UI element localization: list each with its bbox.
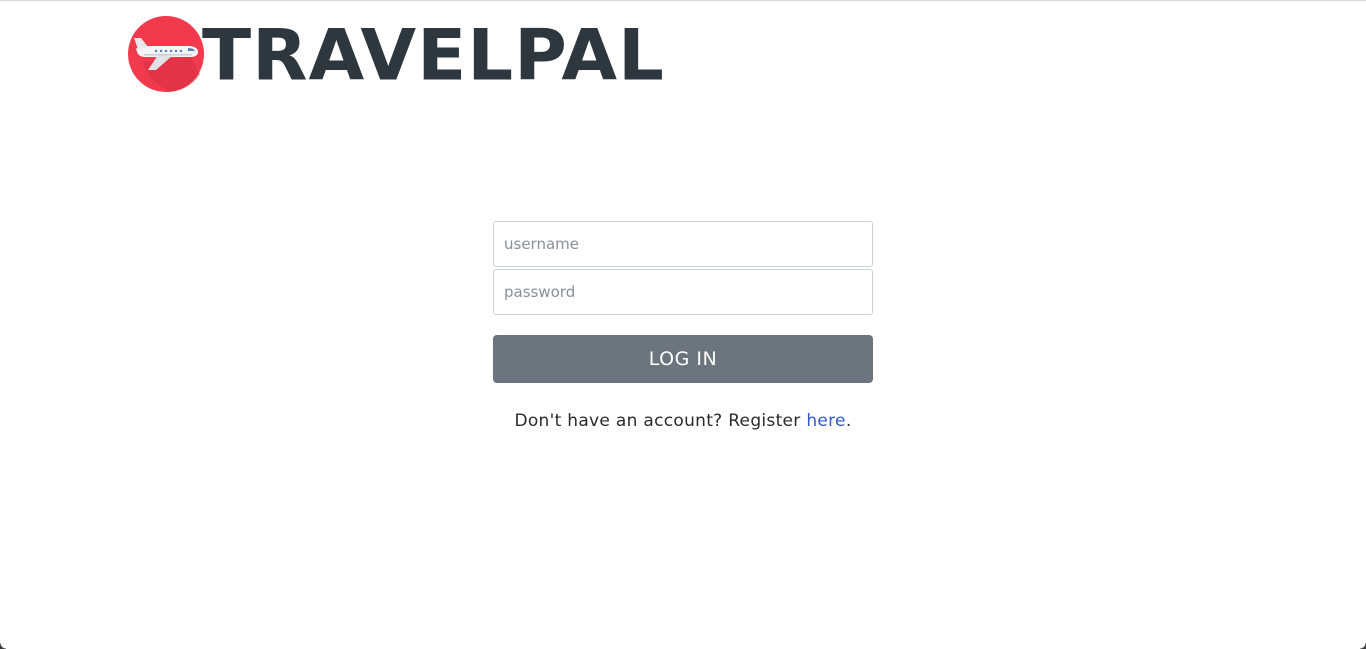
- register-prompt-text: Don't have an account? Register: [514, 411, 807, 431]
- register-link[interactable]: here: [806, 411, 846, 431]
- register-prompt: Don't have an account? Register here.: [493, 411, 873, 431]
- airplane-icon: [128, 16, 204, 92]
- password-input[interactable]: [493, 269, 873, 315]
- register-prompt-suffix: .: [845, 411, 852, 431]
- brand-logo[interactable]: TRAVELPAL: [128, 15, 665, 93]
- login-button[interactable]: LOG IN: [493, 335, 873, 383]
- login-form: LOG IN Don't have an account? Register h…: [493, 221, 873, 431]
- window-corner-left: [0, 643, 6, 649]
- window-corner-right: [1360, 643, 1366, 649]
- username-input[interactable]: [493, 221, 873, 267]
- brand-name: TRAVELPAL: [202, 13, 665, 97]
